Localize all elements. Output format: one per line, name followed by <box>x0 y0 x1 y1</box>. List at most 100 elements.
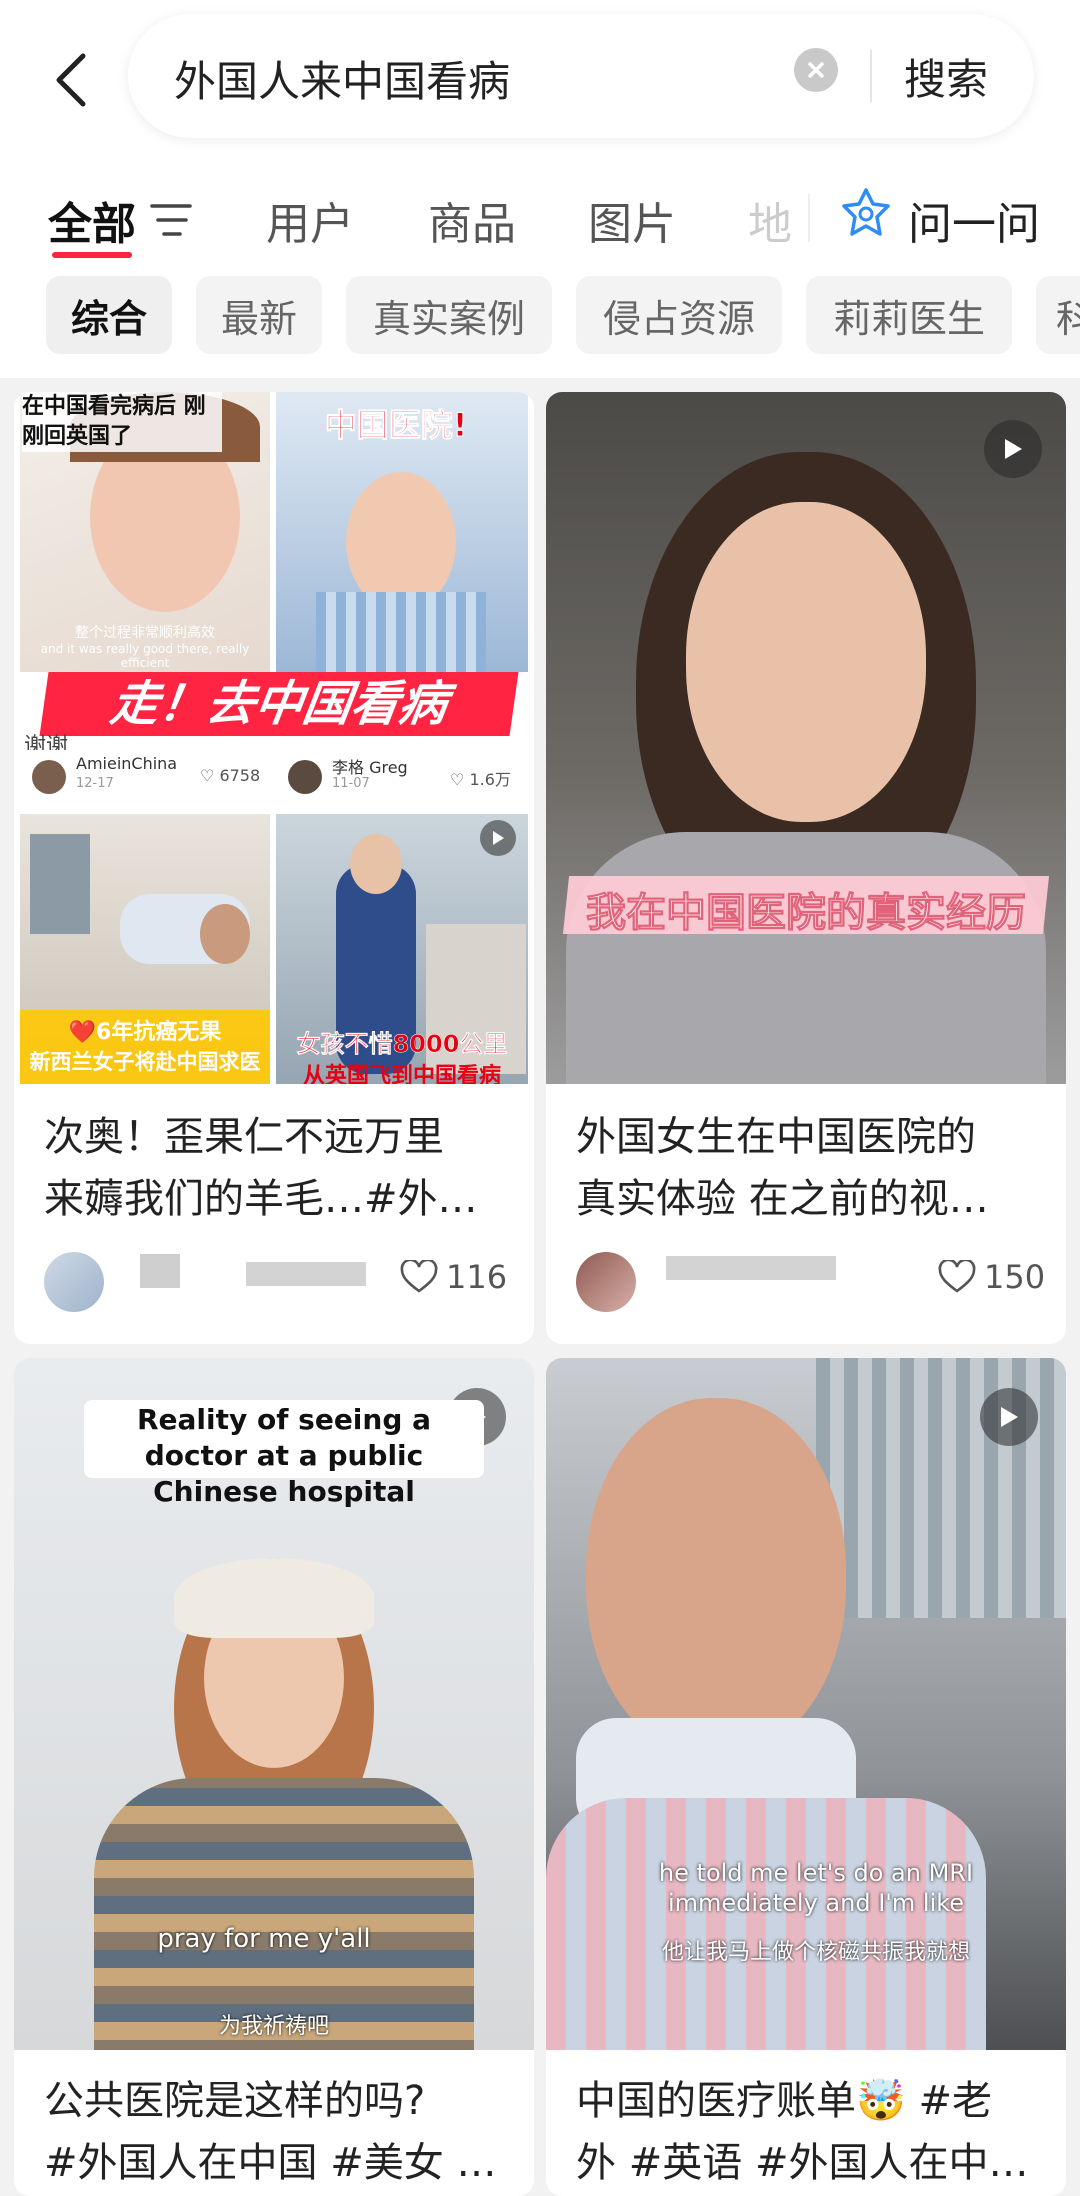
avatar[interactable] <box>576 1252 636 1312</box>
thumbnail-image: 中国医院! <box>276 392 528 672</box>
note-card[interactable]: 在中国看完病后 刚刚回英国了 整个过程非常顺利高效 and it was rea… <box>14 392 534 1344</box>
play-icon <box>493 831 504 845</box>
cover-subtitle-cn: 他让我马上做个核磁共振我就想 <box>661 1940 970 1965</box>
gown-image <box>316 592 486 672</box>
ask-sparkle-icon[interactable] <box>840 186 892 244</box>
note-title-line: 次奥！歪果仁不远万里 <box>44 1114 444 1160</box>
play-button[interactable] <box>980 1388 1038 1446</box>
note-title: 外国女生在中国医院的 真实体验 在之前的视… <box>576 1106 1056 1230</box>
play-button[interactable] <box>480 820 516 856</box>
search-query: 外国人来中国看病 <box>174 57 511 106</box>
beanie-image <box>174 1558 374 1638</box>
thumb-caption: ❤️6年抗癌无果 <box>68 1020 222 1045</box>
mini-author-name: 李格 Greg <box>332 758 408 777</box>
thumb-caption: 女孩不惜8000公里 <box>296 1030 508 1059</box>
thumb-caption: 从英国飞到中国看病 <box>302 1064 501 1084</box>
tab-images[interactable]: 图片 <box>588 188 676 252</box>
ask-button[interactable]: 问一问 <box>908 188 1040 252</box>
face-image <box>200 904 250 964</box>
card-cover[interactable]: he told me let's do an MRI immediately a… <box>546 1358 1066 2050</box>
mini-author-name: AmieinChina <box>76 754 178 773</box>
top-bar: 外国人来中国看病 搜索 全部 用户 商品 图片 地 问一问 综合 最新 真实案例… <box>0 0 1080 378</box>
back-button[interactable] <box>40 40 100 120</box>
chip-comprehensive[interactable]: 综合 <box>46 276 172 354</box>
note-title-line: 中国的医疗账单🤯 #老 <box>576 2078 993 2124</box>
mini-date: 12-17 <box>76 776 114 791</box>
note-title: 公共医院是这样的吗? #外国人在中国 #美女 … <box>44 2070 524 2194</box>
note-title-line: 外 #英语 #外国人在中… <box>576 2140 1029 2186</box>
mini-likes: ♡ 1.6万 <box>450 770 511 789</box>
chip-real-cases[interactable]: 真实案例 <box>346 276 552 354</box>
chip-more[interactable]: 科 <box>1036 276 1080 354</box>
search-tabs: 全部 用户 商品 图片 地 问一问 <box>0 178 1080 268</box>
card-cover[interactable]: Reality of seeing a doctor at a public C… <box>14 1358 534 2050</box>
avatar <box>32 760 66 794</box>
tab-all[interactable]: 全部 <box>48 188 136 252</box>
like-button[interactable]: 116 <box>400 1258 507 1296</box>
chip-resource-occupation[interactable]: 侵占资源 <box>576 276 782 354</box>
chevron-left-icon <box>56 53 86 107</box>
active-tab-indicator <box>52 252 132 258</box>
thumb-caption: 新西兰女子将赴中国求医 <box>29 1050 261 1074</box>
filter-chips: 综合 最新 真实案例 侵占资源 莉莉医生 科 <box>0 276 1080 356</box>
face-image <box>586 1398 846 1758</box>
search-button[interactable]: 搜索 <box>904 46 988 107</box>
avatar <box>288 760 322 794</box>
tab-places[interactable]: 地 <box>748 188 792 252</box>
divider <box>870 50 872 102</box>
monitor-image <box>30 834 90 934</box>
like-button[interactable]: 150 <box>938 1258 1045 1296</box>
mini-date: 11-07 <box>332 776 370 791</box>
cover-subtitle-en: pray for me y'all <box>157 1924 371 1954</box>
tab-separator <box>808 194 810 242</box>
play-button[interactable] <box>984 420 1042 478</box>
mini-author-row: AmieinChina 12-17 ♡ 6758 李格 Greg 11-07 ♡… <box>20 750 528 804</box>
scarf-image <box>546 1798 986 2050</box>
note-title: 中国的医疗账单🤯 #老 外 #英语 #外国人在中… <box>576 2070 1056 2194</box>
cover-caption: Reality of seeing a doctor at a public C… <box>136 1403 432 1508</box>
like-count: 150 <box>984 1258 1046 1296</box>
note-card[interactable]: he told me let's do an MRI immediately a… <box>546 1358 1066 2196</box>
mini-likes: ♡ 6758 <box>200 766 261 785</box>
search-input[interactable]: 外国人来中国看病 搜索 <box>128 14 1034 138</box>
play-icon <box>1001 1407 1018 1427</box>
like-count: 116 <box>446 1258 508 1296</box>
close-icon <box>808 62 824 78</box>
blurred-author-name <box>666 1256 836 1280</box>
note-title-line: 公共医院是这样的吗? <box>44 2078 426 2124</box>
card-cover[interactable]: 在中国看完病后 刚刚回英国了 整个过程非常顺利高效 and it was rea… <box>14 392 534 1084</box>
cover-subtitle-en: he told me let's do an MRI immediately a… <box>658 1859 974 1917</box>
mini-like-count: 1.6万 <box>469 770 511 789</box>
note-title-line: #外国人在中国 #美女 … <box>44 2140 497 2186</box>
chip-latest[interactable]: 最新 <box>196 276 322 354</box>
clear-search-button[interactable] <box>794 48 838 92</box>
face-image <box>346 472 456 612</box>
hoodie-image <box>566 832 1046 1084</box>
filter-icon[interactable] <box>150 202 192 238</box>
play-icon <box>1005 439 1022 459</box>
tab-users[interactable]: 用户 <box>266 188 354 252</box>
note-title-line: 真实体验 在之前的视… <box>576 1176 989 1222</box>
thumb-subtitle-cn: 整个过程非常顺利高效 <box>75 625 215 641</box>
thumbnail-image: 在中国看完病后 刚刚回英国了 整个过程非常顺利高效 and it was rea… <box>20 392 270 672</box>
tab-products[interactable]: 商品 <box>428 188 516 252</box>
banner-caption: 走！去中国看病 <box>39 672 519 736</box>
thumbnail-image: ❤️6年抗癌无果 新西兰女子将赴中国求医 <box>20 814 270 1084</box>
face-image <box>686 502 926 822</box>
card-cover[interactable]: 我在中国医院的真实经历 <box>546 392 1066 1084</box>
avatar[interactable] <box>44 1252 104 1312</box>
mini-like-count: 6758 <box>219 766 261 785</box>
note-title-line: 来薅我们的羊毛…#外… <box>44 1176 478 1222</box>
cover-subtitle-cn: 为我祈祷吧 <box>218 2014 329 2039</box>
note-card[interactable]: Reality of seeing a doctor at a public C… <box>14 1358 534 2196</box>
blurred-author-name <box>140 1254 180 1288</box>
thumb-caption: 在中国看完病后 刚刚回英国了 <box>22 392 222 452</box>
note-title: 次奥！歪果仁不远万里 来薅我们的羊毛…#外… <box>44 1106 524 1230</box>
thumb-caption: 中国医院! <box>324 406 468 445</box>
heart-icon <box>400 1260 438 1293</box>
thumbnail-image: 女孩不惜8000公里 从英国飞到中国看病 <box>276 814 528 1084</box>
note-title-line: 外国女生在中国医院的 <box>576 1114 976 1160</box>
note-card[interactable]: 我在中国医院的真实经历 外国女生在中国医院的 真实体验 在之前的视… 150 <box>546 392 1066 1344</box>
chip-doctor-lily[interactable]: 莉莉医生 <box>806 276 1012 354</box>
cover-caption: 我在中国医院的真实经历 <box>586 890 1027 937</box>
